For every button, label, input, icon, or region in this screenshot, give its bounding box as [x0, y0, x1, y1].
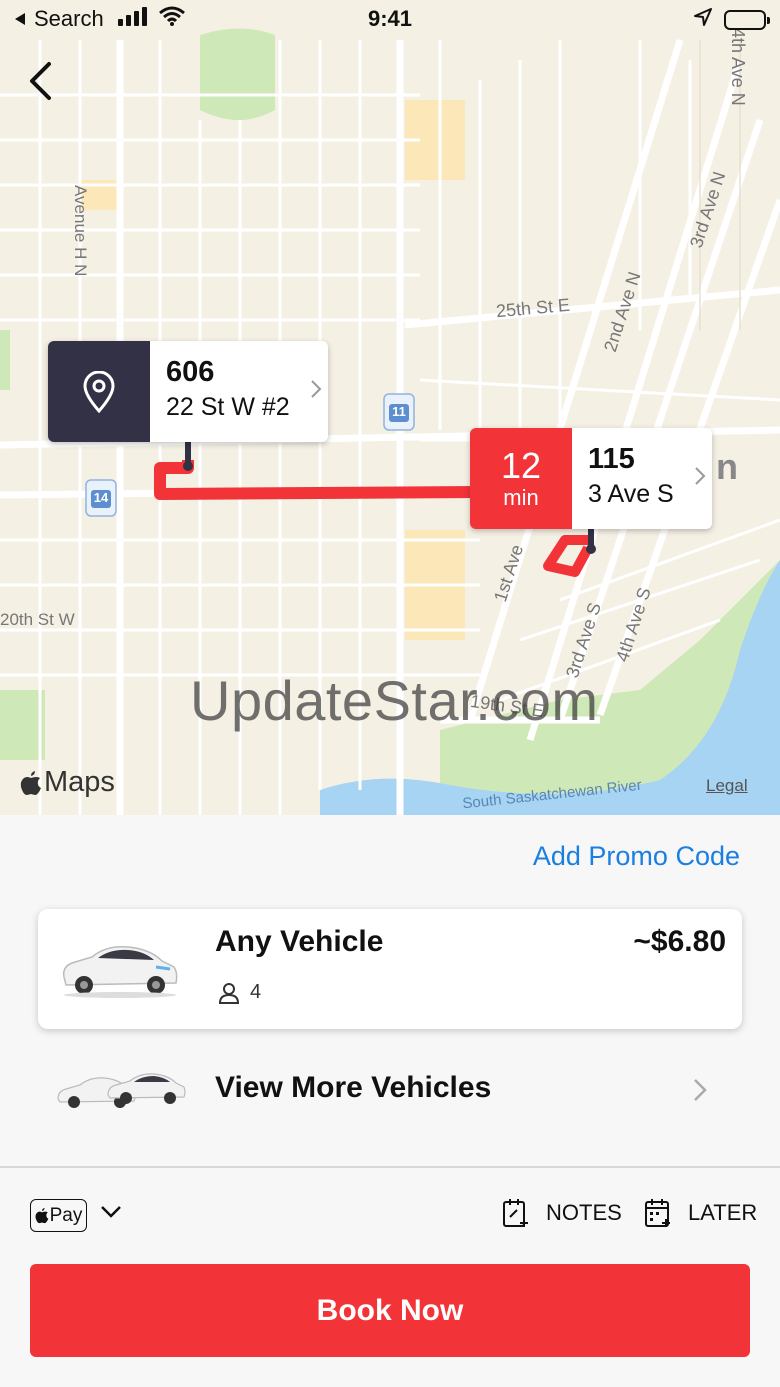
- vehicle-card[interactable]: Any Vehicle 4 ~$6.80: [38, 909, 742, 1029]
- apple-logo-icon: [20, 770, 41, 795]
- view-more-vehicles-row[interactable]: View More Vehicles: [0, 1055, 780, 1125]
- highway-shield-label: 14: [93, 490, 109, 505]
- destination-address: 3 Ave S: [588, 480, 674, 508]
- chevron-right-icon: [695, 467, 706, 485]
- destination-number: 115: [588, 443, 635, 475]
- pickup-icon-box: [48, 341, 150, 442]
- location-arrow-icon: [694, 8, 712, 31]
- destination-callout[interactable]: 12 min 115 3 Ave S: [470, 428, 712, 529]
- apple-pay-badge[interactable]: Pay: [30, 1199, 87, 1232]
- pickup-callout[interactable]: 606 22 St W #2: [48, 341, 328, 442]
- status-bar: Search 9:41: [0, 0, 780, 40]
- location-pin-icon: [83, 370, 115, 413]
- street-label: Avenue H N: [71, 185, 90, 277]
- highway-shield-label: 11: [392, 404, 406, 419]
- divider: [0, 1166, 780, 1168]
- back-button[interactable]: [18, 56, 62, 106]
- book-now-button[interactable]: Book Now: [30, 1264, 750, 1357]
- vehicle-name: Any Vehicle: [215, 925, 384, 958]
- eta-value: 12: [500, 444, 542, 486]
- map-partial-label: n: [716, 446, 738, 487]
- notes-label: NOTES: [546, 1200, 622, 1225]
- eta-unit: min: [503, 484, 539, 510]
- watermark: UpdateStar.com: [190, 669, 599, 732]
- chevron-left-icon: [30, 62, 51, 100]
- notes-button[interactable]: NOTES: [502, 1197, 622, 1229]
- pickup-text: 606 22 St W #2: [150, 341, 300, 442]
- person-icon: [218, 982, 240, 1004]
- eta-box: 12 min: [470, 428, 572, 529]
- chevron-right-icon: [694, 1079, 707, 1101]
- pickup-address: 22 St W #2: [166, 393, 290, 421]
- seat-count: 4: [218, 981, 261, 1004]
- status-right: [694, 8, 770, 31]
- booking-sheet: Add Promo Code Any Vehicle 4 ~$6.80 View…: [0, 815, 780, 1387]
- car-icon: [62, 945, 178, 998]
- cars-icon: [57, 1073, 186, 1108]
- fare-estimate: ~$6.80: [633, 925, 726, 958]
- pickup-number: 606: [166, 356, 215, 388]
- later-label: LATER: [688, 1200, 758, 1225]
- map-view[interactable]: Avenue H N 25th St E 2nd Ave N 3rd Ave N…: [0, 0, 780, 815]
- status-time: 9:41: [367, 6, 413, 31]
- apple-logo-icon: [35, 1207, 48, 1224]
- view-more-vehicles-label: View More Vehicles: [215, 1071, 492, 1104]
- seat-count-value: 4: [250, 981, 262, 1003]
- chevron-down-icon[interactable]: [100, 1205, 122, 1219]
- payment-label: Pay: [49, 1204, 83, 1226]
- calendar-icon: [645, 1199, 670, 1227]
- chevron-right-icon: [311, 380, 322, 398]
- street-label: 20th St W: [0, 610, 75, 629]
- maps-attribution: Maps: [20, 766, 115, 799]
- legal-link[interactable]: Legal: [706, 776, 748, 796]
- add-promo-code-link[interactable]: Add Promo Code: [533, 841, 740, 872]
- notes-icon: [503, 1199, 528, 1227]
- schedule-later-button[interactable]: LATER: [644, 1197, 757, 1229]
- options-row: Pay NOTES LATER: [0, 1195, 780, 1239]
- destination-text: 115 3 Ave S: [572, 428, 684, 529]
- maps-brand-label: Maps: [44, 766, 115, 798]
- battery-icon: [724, 9, 770, 30]
